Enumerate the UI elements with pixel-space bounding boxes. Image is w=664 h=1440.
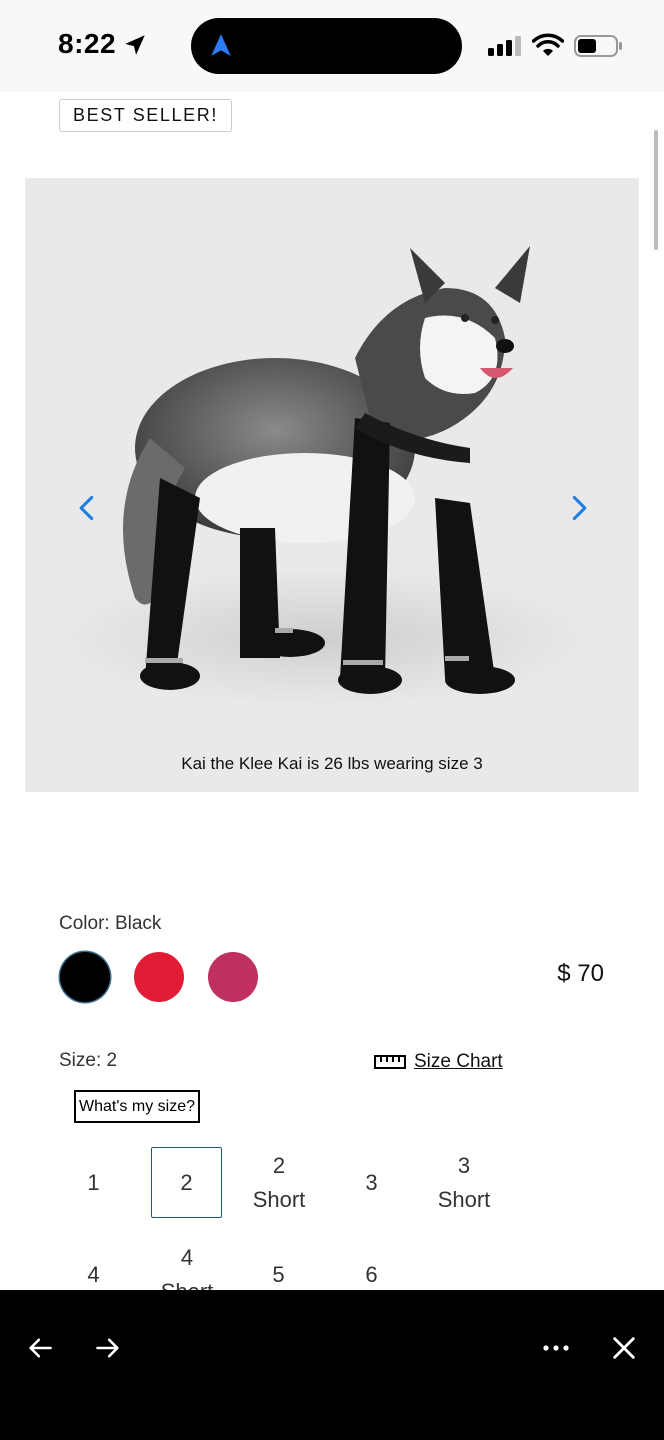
status-time: 8:22 — [58, 28, 117, 59]
status-bar: 8:22 — [0, 0, 664, 92]
location-arrow-icon — [125, 35, 145, 55]
product-image — [55, 246, 595, 708]
color-swatch-pink[interactable] — [208, 952, 258, 1002]
size-label: Size: 2 — [59, 1050, 118, 1071]
more-options-icon[interactable] — [542, 1334, 570, 1362]
ruler-icon — [374, 1055, 406, 1069]
next-image-arrow-icon[interactable] — [565, 494, 593, 522]
size-chart-label[interactable]: Size Chart — [414, 1051, 503, 1073]
back-arrow-icon[interactable] — [26, 1334, 54, 1362]
browser-bottom-bar — [0, 1290, 664, 1440]
color-swatch-red[interactable] — [134, 952, 184, 1002]
cellular-signal-icon — [488, 36, 521, 56]
size-option-2-short[interactable]: 2 Short — [225, 1147, 333, 1218]
page-scrollbar[interactable] — [654, 130, 658, 250]
color-label: Color: Black — [59, 913, 162, 934]
product-image-gallery[interactable]: Kai the Klee Kai is 26 lbs wearing size … — [25, 178, 639, 792]
image-caption: Kai the Klee Kai is 26 lbs wearing size … — [181, 754, 483, 773]
close-icon[interactable] — [610, 1334, 638, 1362]
best-seller-badge: BEST SELLER! — [59, 99, 232, 132]
wifi-icon — [532, 33, 564, 56]
whats-my-size-button[interactable]: What's my size? — [74, 1090, 200, 1123]
size-option-2[interactable]: 2 — [151, 1147, 222, 1218]
forward-arrow-icon[interactable] — [94, 1334, 122, 1362]
navigation-arrow-icon — [211, 34, 231, 56]
battery-icon — [574, 35, 622, 57]
size-option-3[interactable]: 3 — [336, 1147, 407, 1218]
size-option-3-short[interactable]: 3 Short — [410, 1147, 518, 1218]
size-option-1[interactable]: 1 — [58, 1147, 129, 1218]
product-price: $ 70 — [557, 960, 604, 987]
previous-image-arrow-icon[interactable] — [73, 494, 101, 522]
size-chart-link[interactable]: Size Chart — [374, 1049, 503, 1075]
color-swatch-black[interactable] — [60, 952, 110, 1002]
